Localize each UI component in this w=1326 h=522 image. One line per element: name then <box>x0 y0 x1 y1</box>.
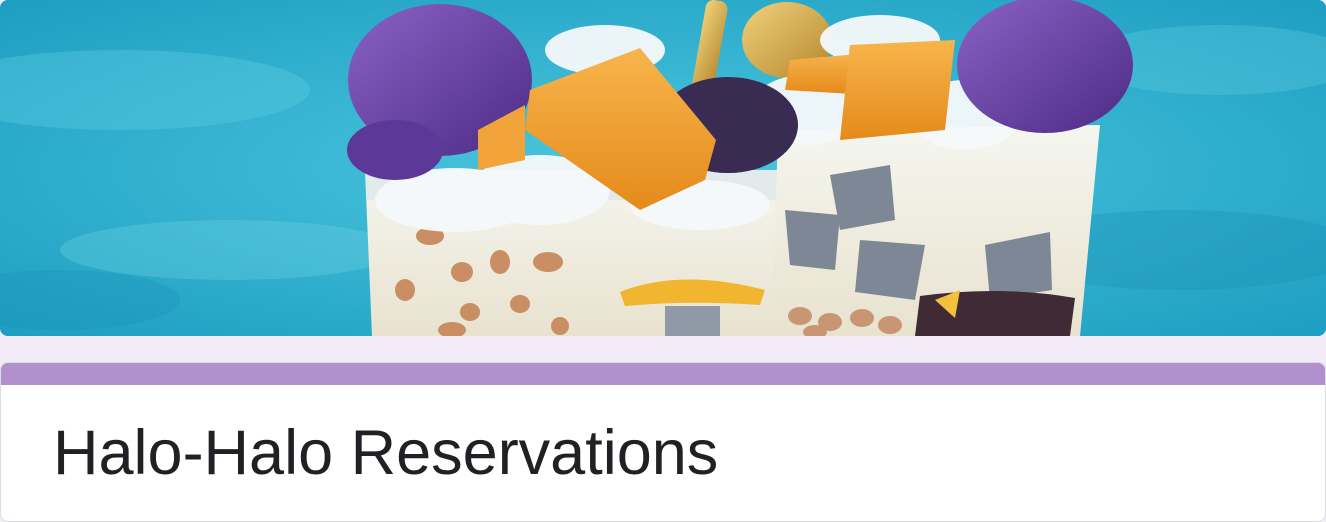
form-title: Halo-Halo Reservations <box>53 418 719 488</box>
form-header-card: Halo-Halo Reservations <box>0 362 1326 522</box>
header-image <box>0 0 1326 336</box>
form-accent-bar <box>1 363 1325 385</box>
halo-halo-dessert-image <box>0 0 1326 336</box>
